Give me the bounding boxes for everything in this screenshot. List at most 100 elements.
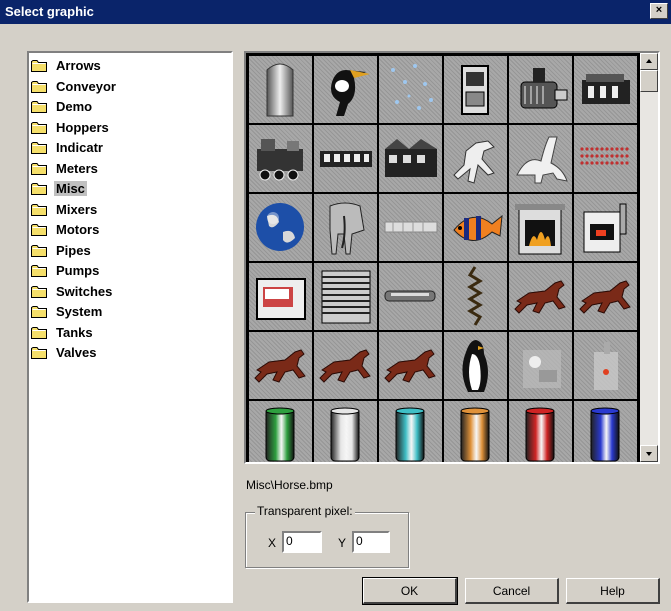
sparkles-icon [391,64,433,110]
tree-item-label: Pipes [56,242,91,258]
graphic-grille[interactable] [314,263,377,330]
tree-item-label: Demo [56,99,93,114]
tree-item-pipes[interactable]: Pipes [31,241,93,260]
graphic-silo[interactable] [249,56,312,123]
category-tree[interactable]: Arrows Conveyor Demo Hoppers Indicatr Meters M… [27,51,233,603]
folder-icon [31,265,47,277]
tree-item-indicatr[interactable]: Indicatr [31,138,105,157]
tree-item-label: Arrows [56,58,101,73]
scroll-down-button[interactable] [640,445,658,462]
tree-item-label: Misc [54,181,87,196]
graphic-horse[interactable] [379,332,442,399]
tree-item-label: System [56,304,103,319]
folder-icon [31,224,47,236]
vertical-scrollbar[interactable] [640,53,658,462]
y-field[interactable]: 0 [352,531,390,553]
graphic-horse[interactable] [509,263,572,330]
graphic-cylinder-blue[interactable] [574,401,637,462]
folder-icon [31,244,47,257]
graphic-pipe-bar[interactable] [379,194,442,261]
graphic-factory[interactable] [379,125,442,192]
title-bar: Select graphic × [0,0,671,24]
grille-icon [321,270,371,324]
motor-icon [520,68,568,109]
cylinder-blue-icon [590,407,620,462]
folder-icon [31,203,47,216]
horse-icon [514,280,566,314]
close-button[interactable]: × [650,3,668,19]
tree-item-hoppers[interactable]: Hoppers [31,118,111,137]
tree-item-arrows[interactable]: Arrows [31,56,103,75]
graphic-horse[interactable] [249,332,312,399]
tree-item-motors[interactable]: Motors [31,220,101,239]
factory-icon [385,139,437,177]
tree-item-label: Tanks [56,324,93,340]
ok-button[interactable]: OK [362,577,458,605]
graphic-elephant[interactable] [314,194,377,261]
tree-item-conveyor[interactable]: Conveyor [31,77,118,96]
tree-item-tanks[interactable]: Tanks [31,323,95,342]
globe-icon [256,203,304,251]
tree-item-valves[interactable]: Valves [31,343,99,362]
graphic-globe[interactable] [249,194,312,261]
graphic-train-car[interactable] [314,125,377,192]
graphic-horse[interactable] [574,263,637,330]
machine-box-icon [461,65,489,115]
tree-item-demo[interactable]: Demo [31,97,94,116]
graphic-sparkles[interactable] [379,56,442,123]
scroll-thumb[interactable] [640,70,658,92]
horse-icon [319,349,371,383]
tree-item-label: Motors [56,222,100,237]
spring-icon [467,266,483,326]
graphic-engine[interactable] [574,56,637,123]
folder-icon [31,121,47,134]
graphic-spring[interactable] [444,263,507,330]
graphic-fireplace[interactable] [509,194,572,261]
x-field[interactable]: 0 [282,531,322,553]
graphic-pipe-cylinder[interactable] [379,263,442,330]
scroll-up-button[interactable] [640,53,658,70]
tree-item-label: Mixers [56,201,98,217]
control-panel-icon [256,278,306,320]
graphic-machine-faded[interactable] [509,332,572,399]
silo-icon [266,63,294,117]
graphic-fish[interactable] [444,194,507,261]
cancel-button[interactable]: Cancel [465,578,559,604]
tree-item-label: Hoppers [56,119,109,135]
graphic-pump-faded[interactable] [574,332,637,399]
graphic-cylinder-white[interactable] [314,401,377,462]
pump-faded-icon [594,342,618,390]
tree-item-switches[interactable]: Switches [31,282,114,301]
locomotive-icon [257,139,303,181]
cylinder-red-icon [525,407,555,462]
graphic-cylinder-orange[interactable] [444,401,507,462]
graphic-cylinder-red[interactable] [509,401,572,462]
graphic-toucan[interactable] [314,56,377,123]
graphic-stove[interactable] [574,194,637,261]
graphic-machine-box[interactable] [444,56,507,123]
tree-item-meters[interactable]: Meters [31,159,100,178]
train-car-icon [320,151,372,167]
tree-item-pumps[interactable]: Pumps [31,261,101,280]
graphic-cylinder-cyan[interactable] [379,401,442,462]
graphic-locomotive[interactable] [249,125,312,192]
tree-item-system[interactable]: System [31,302,104,321]
folder-icon [31,80,47,93]
graphic-t-rex[interactable] [444,125,507,192]
graphic-dinosaur[interactable] [509,125,572,192]
tree-item-label: Indicatr [56,140,103,155]
tree-item-misc[interactable]: Misc [31,179,87,198]
graphic-penguin[interactable] [444,332,507,399]
fireplace-icon [515,204,565,255]
cylinder-green-icon [265,407,295,462]
tree-item-mixers[interactable]: Mixers [31,200,99,219]
graphic-motor[interactable] [509,56,572,123]
graphic-horse[interactable] [314,332,377,399]
t-rex-icon [453,140,495,184]
graphic-control-panel[interactable] [249,263,312,330]
graphic-cylinder-green[interactable] [249,401,312,462]
toucan-icon [331,70,370,116]
graphic-red-dots[interactable] [574,125,637,192]
help-button[interactable]: Help [566,578,660,604]
tree-item-label: Valves [56,345,97,360]
